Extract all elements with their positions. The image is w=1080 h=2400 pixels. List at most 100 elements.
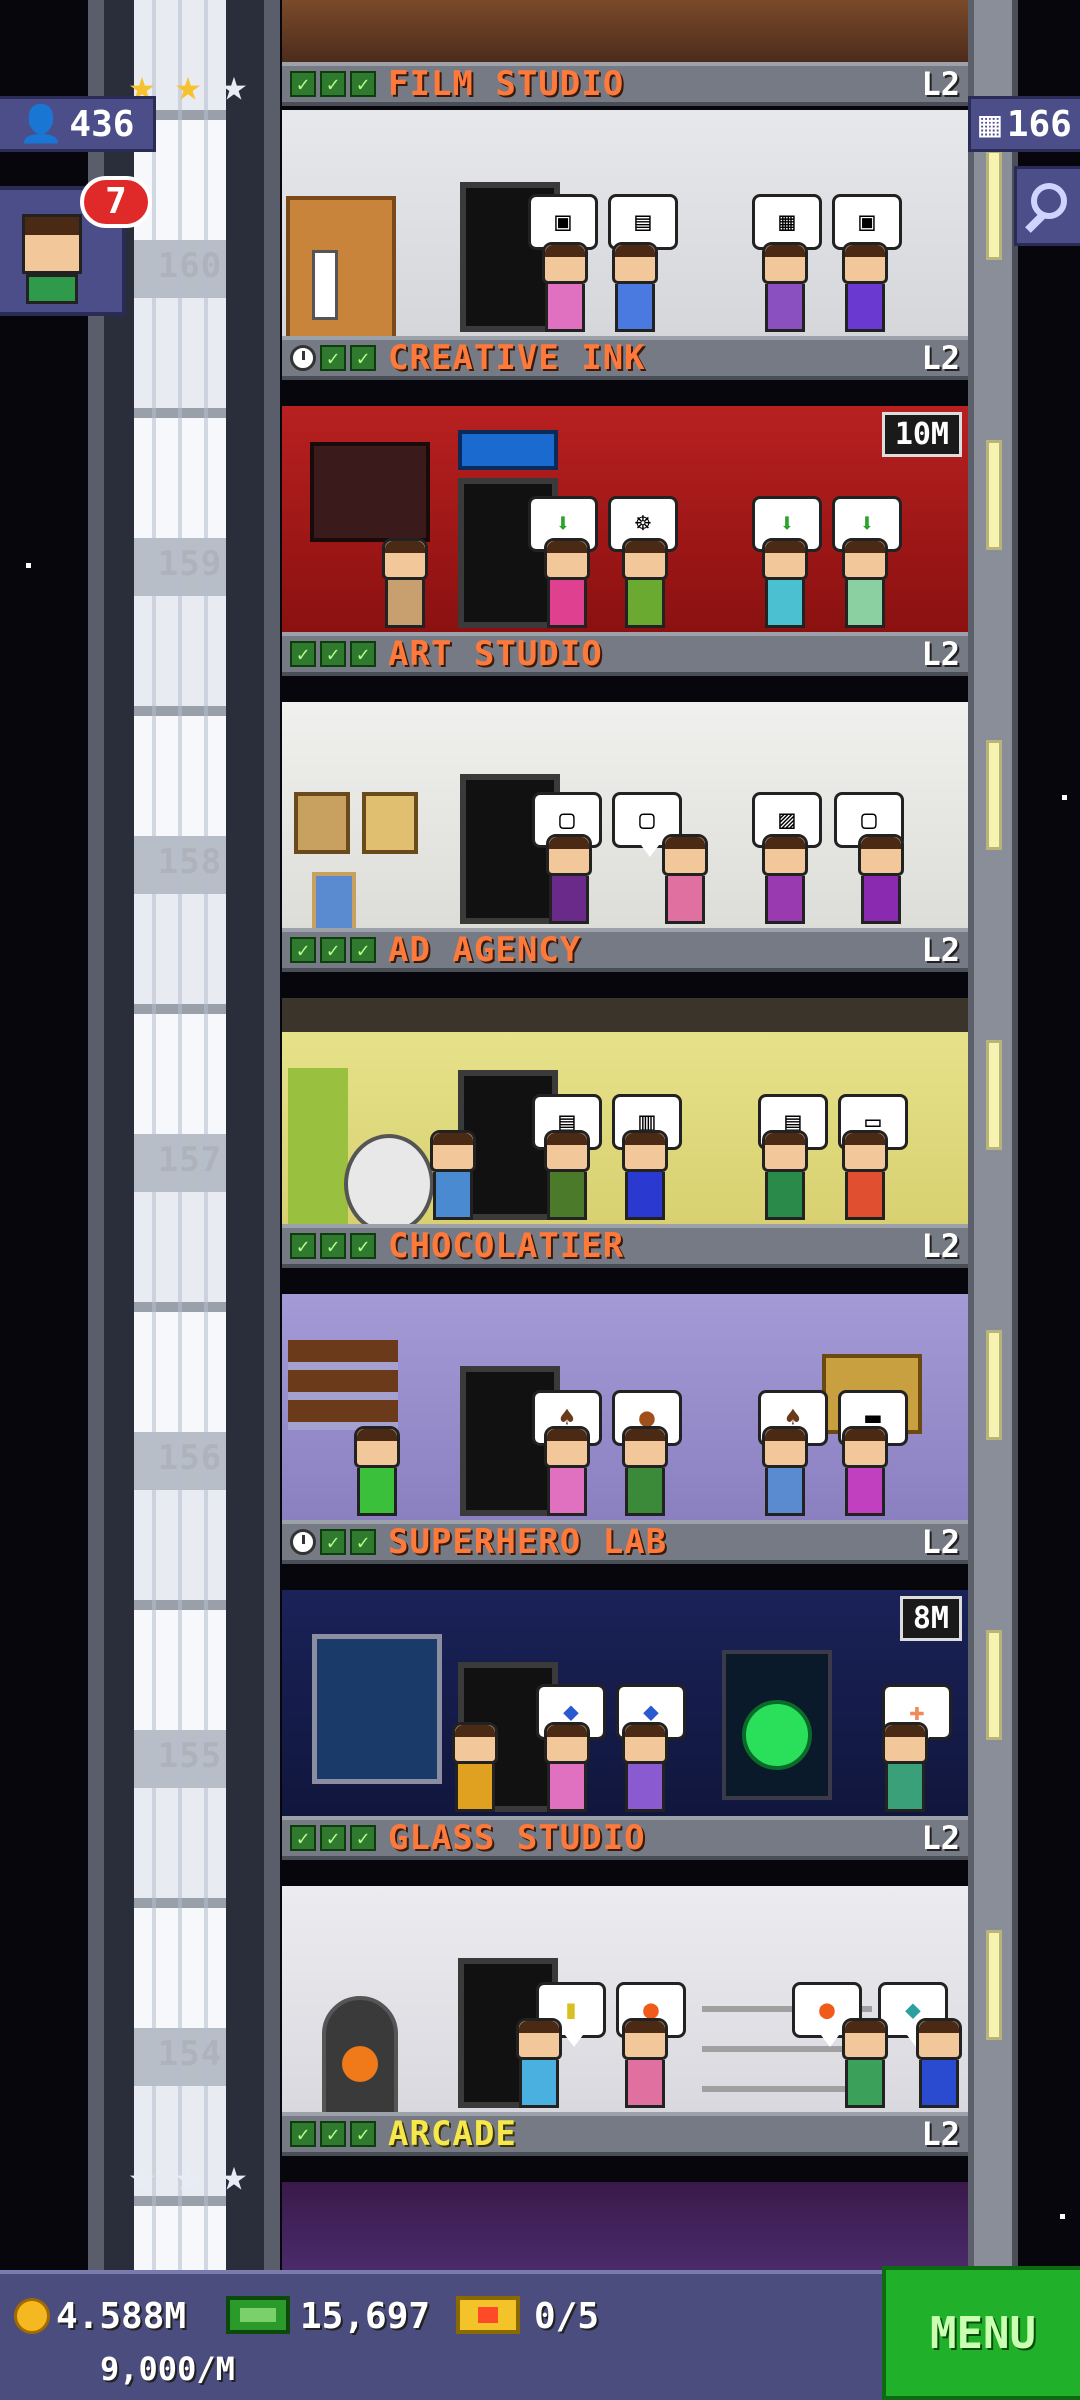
- bitizen[interactable]: [842, 2018, 888, 2108]
- check-icon: ✓: [350, 937, 376, 963]
- floor-arcade[interactable]: ▮ ● ● ◆ ✓ ✓ ✓ ARCADE L2: [282, 1886, 968, 2156]
- bitizen[interactable]: [858, 834, 904, 924]
- clock-icon: [290, 345, 316, 371]
- floor-name: SUPERHERO LAB: [388, 1522, 668, 1562]
- bitizen[interactable]: [544, 538, 590, 628]
- bux-value: 15,697: [300, 2296, 431, 2337]
- bitizen[interactable]: [882, 1722, 928, 1812]
- bitizen[interactable]: [544, 1130, 590, 1220]
- bitizen[interactable]: [430, 1130, 476, 1220]
- floor-chocolatier[interactable]: ▤ ▥ ▤ ▭ ✓ ✓ ✓ CHOCOLATIER L2: [282, 998, 968, 1268]
- bitizen[interactable]: [762, 1426, 808, 1516]
- floor-label-bar: ✓ ✓ SUPERHERO LAB L2: [282, 1520, 968, 1564]
- check-icon: ✓: [350, 345, 376, 371]
- floor-label-bar: ✓ ✓ ✓ ART STUDIO L2: [282, 632, 968, 676]
- check-icon: ✓: [320, 1529, 346, 1555]
- population-counter[interactable]: 👤 436: [0, 96, 156, 152]
- floor-glass-studio[interactable]: 8M ◆ ◆ ✚ ✓ ✓ ✓ GLASS STUDIO L2: [282, 1590, 968, 1860]
- floor-film-studio[interactable]: ✓ ✓ ✓ FILM STUDIO L2: [282, 0, 968, 110]
- silver-star-icon: ★: [220, 60, 248, 111]
- gold-star-icon: ★: [174, 60, 202, 111]
- star-decoration: [1060, 2214, 1065, 2219]
- bookcase: [286, 196, 396, 346]
- bitizen[interactable]: [622, 1722, 668, 1812]
- floor-arcade-interior[interactable]: [282, 2182, 968, 2270]
- coins-value: 4.588M: [56, 2296, 187, 2337]
- floor-name: ARCADE: [388, 2114, 517, 2154]
- floors-value: 166: [1006, 103, 1072, 145]
- floors-counter[interactable]: ▦ 166: [968, 96, 1080, 152]
- bitizen[interactable]: [544, 1426, 590, 1516]
- check-icon: ✓: [320, 71, 346, 97]
- search-icon: [1031, 183, 1067, 219]
- window-light: [986, 1930, 1002, 2040]
- bitizen[interactable]: [354, 1426, 400, 1516]
- floor-creative-ink[interactable]: ▣ ▤ ▦ ▣ ✓ ✓ CREATIVE INK L2: [282, 110, 968, 380]
- bitizen[interactable]: [622, 538, 668, 628]
- floor-art-studio[interactable]: 10M ⬇ ☸ ⬇ ⬇ ✓ ✓ ✓ ART STUDIO L2: [282, 406, 968, 676]
- window-light: [986, 1040, 1002, 1150]
- egg-chair: [344, 1134, 434, 1234]
- check-icon: ✓: [320, 937, 346, 963]
- floor-level: L2: [921, 635, 960, 673]
- bitizen[interactable]: [622, 2018, 668, 2108]
- bitizen[interactable]: [762, 242, 808, 332]
- wall-sign: [310, 442, 430, 542]
- floor-label-bar: ✓ ✓ ✓ AD AGENCY L2: [282, 928, 968, 972]
- coin-icon: [14, 2298, 50, 2334]
- window-light: [986, 440, 1002, 550]
- bitizen[interactable]: [842, 1130, 888, 1220]
- check-icon: ✓: [350, 1825, 376, 1851]
- floor-number: 155: [157, 1736, 223, 1776]
- bitizen[interactable]: [452, 1722, 498, 1812]
- check-icon: ✓: [320, 2121, 346, 2147]
- hero-monitor: [312, 1634, 442, 1784]
- bitizen[interactable]: [382, 538, 428, 628]
- floor-interior: [282, 2182, 968, 2270]
- check-icon: ✓: [290, 937, 316, 963]
- bitizen[interactable]: [612, 242, 658, 332]
- search-icon-handle: [1025, 213, 1045, 233]
- floor-level: L2: [921, 931, 960, 969]
- bitizen[interactable]: [916, 2018, 962, 2108]
- bitizen[interactable]: [842, 538, 888, 628]
- notification-badge: 7: [80, 176, 152, 228]
- energy-orb: [742, 1700, 812, 1770]
- bitizen[interactable]: [762, 538, 808, 628]
- person-icon: 👤: [18, 104, 64, 145]
- silver-star-icon: ★: [174, 2150, 202, 2201]
- floor-level: L2: [921, 339, 960, 377]
- bitizen[interactable]: [622, 1426, 668, 1516]
- floor-superhero-lab[interactable]: ♠ ● ♠ ▬ ✓ ✓ SUPERHERO LAB L2: [282, 1294, 968, 1564]
- check-icon: ✓: [320, 1825, 346, 1851]
- bitizen[interactable]: [762, 834, 808, 924]
- ink-sign: [458, 430, 558, 470]
- floor-ad-agency[interactable]: ▢ ▢ ▨ ▢ ✓ ✓ ✓ AD AGENCY L2: [282, 702, 968, 972]
- floor-name: GLASS STUDIO: [388, 1818, 646, 1858]
- bitizen[interactable]: [762, 1130, 808, 1220]
- check-icon: ✓: [350, 1529, 376, 1555]
- window-light: [986, 1330, 1002, 1440]
- search-button[interactable]: [1014, 166, 1080, 246]
- bitizen[interactable]: [622, 1130, 668, 1220]
- shaft-rail-right: [264, 0, 280, 2270]
- floor-level: L2: [921, 1227, 960, 1265]
- restock-timer: 8M: [899, 1596, 962, 1641]
- check-icon: ✓: [290, 2121, 316, 2147]
- water-cooler: [312, 250, 338, 320]
- bitizen[interactable]: [516, 2018, 562, 2108]
- clock-icon: [290, 1529, 316, 1555]
- menu-button[interactable]: MENU: [882, 2266, 1080, 2400]
- bitizen[interactable]: [542, 242, 588, 332]
- stock-indicators: ✓ ✓ ✓: [290, 641, 376, 667]
- stock-indicators: ✓ ✓ ✓: [290, 71, 376, 97]
- bitizen[interactable]: [842, 1426, 888, 1516]
- check-icon: ✓: [320, 345, 346, 371]
- bitizen[interactable]: [662, 834, 708, 924]
- check-icon: ✓: [290, 1825, 316, 1851]
- bux-icon: [226, 2296, 290, 2334]
- floor-number: 158: [157, 842, 223, 882]
- bitizen[interactable]: [546, 834, 592, 924]
- bitizen[interactable]: [544, 1722, 590, 1812]
- bitizen[interactable]: [842, 242, 888, 332]
